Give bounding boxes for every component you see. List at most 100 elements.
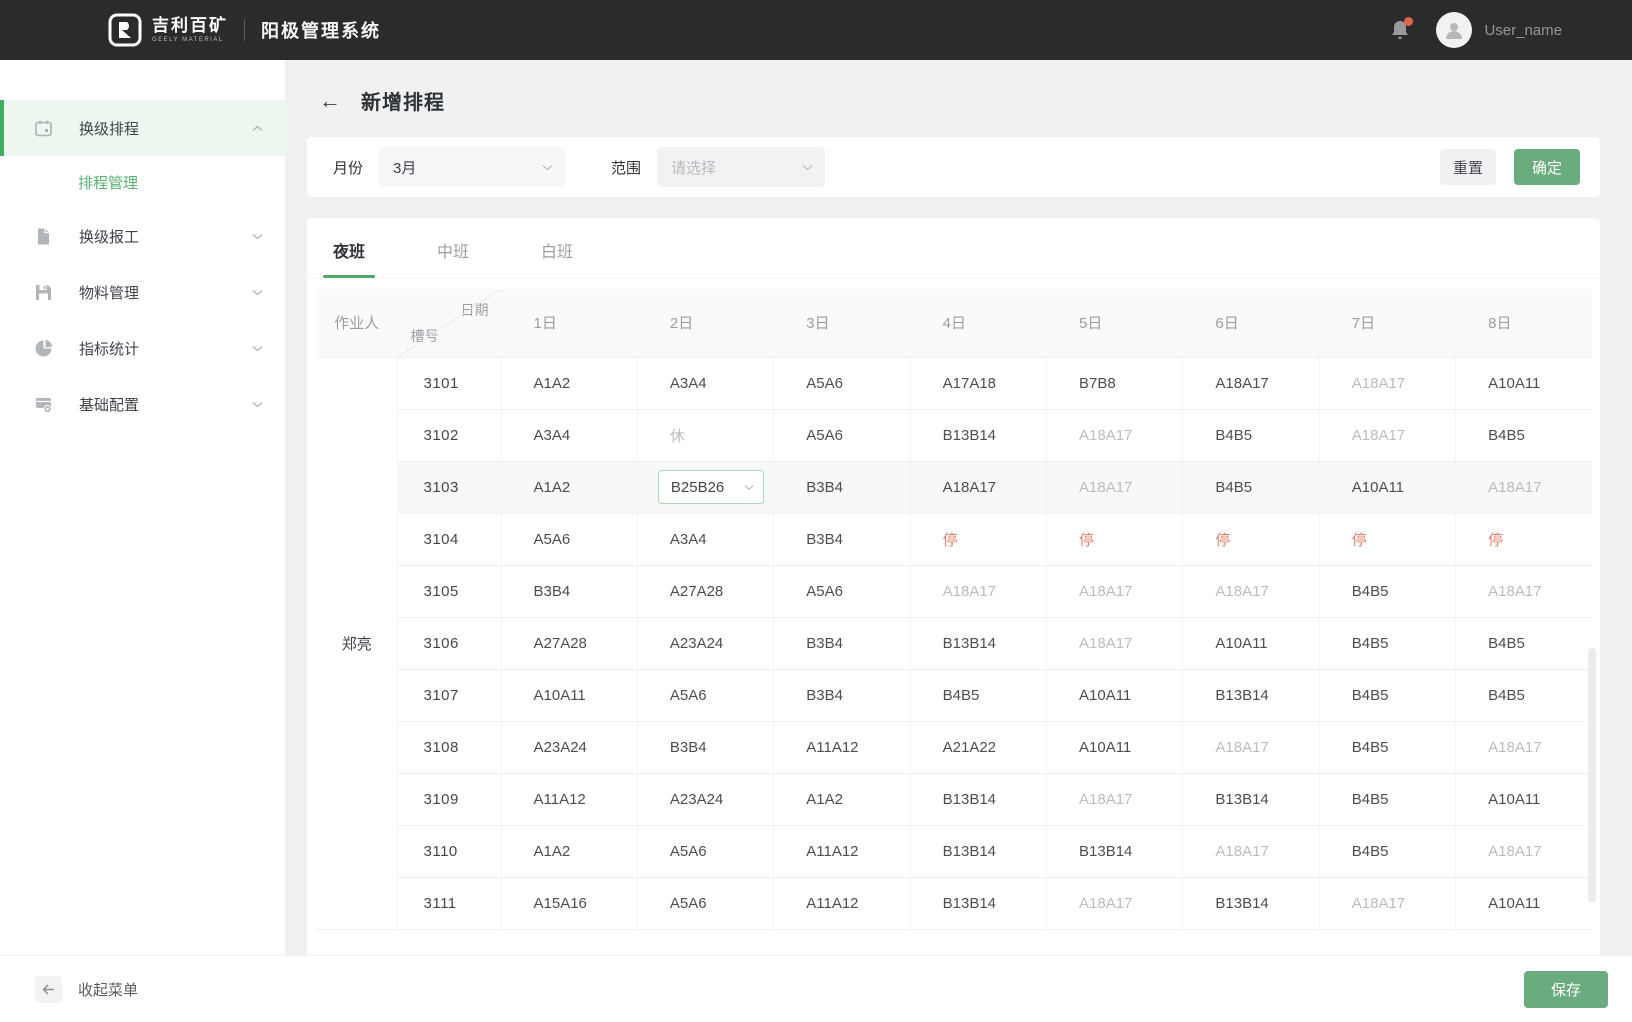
schedule-cell[interactable]: A10A11 xyxy=(1456,877,1592,929)
schedule-cell[interactable]: A11A12 xyxy=(501,773,637,825)
save-button[interactable]: 保存 xyxy=(1524,971,1608,1008)
schedule-cell[interactable]: B13B14 xyxy=(1183,877,1319,929)
schedule-cell[interactable]: A27A28 xyxy=(637,565,773,617)
schedule-cell[interactable]: A5A6 xyxy=(637,669,773,721)
schedule-cell[interactable]: B13B14 xyxy=(910,617,1046,669)
schedule-cell[interactable]: A5A6 xyxy=(774,357,910,409)
sidebar-item-settings[interactable]: 基础配置 xyxy=(0,376,285,432)
schedule-cell[interactable]: A1A2 xyxy=(501,461,637,513)
schedule-cell[interactable]: A18A17 xyxy=(1319,409,1455,461)
schedule-cell[interactable]: A23A24 xyxy=(501,721,637,773)
sidebar-item-report[interactable]: 换级报工 xyxy=(0,208,285,264)
schedule-cell[interactable]: A3A4 xyxy=(637,357,773,409)
schedule-cell[interactable]: A18A17 xyxy=(1183,565,1319,617)
schedule-cell[interactable]: A18A17 xyxy=(910,565,1046,617)
username-label[interactable]: User_name xyxy=(1484,22,1562,39)
tab-middle-shift[interactable]: 中班 xyxy=(437,238,469,278)
schedule-cell[interactable]: B4B5 xyxy=(1319,669,1455,721)
scrollbar-thumb[interactable] xyxy=(1588,648,1596,903)
sidebar-item-statistics[interactable]: 指标统计 xyxy=(0,320,285,376)
schedule-cell[interactable]: A11A12 xyxy=(774,877,910,929)
schedule-cell[interactable]: B4B5 xyxy=(910,669,1046,721)
sidebar-item-schedule[interactable]: 换级排程 xyxy=(0,100,285,156)
schedule-cell[interactable]: A18A17 xyxy=(1319,877,1455,929)
schedule-cell[interactable]: A18A17 xyxy=(1456,825,1592,877)
schedule-cell[interactable]: 停 xyxy=(1319,513,1455,565)
schedule-cell[interactable]: A1A2 xyxy=(501,825,637,877)
schedule-cell[interactable]: B4B5 xyxy=(1319,825,1455,877)
schedule-cell[interactable]: B4B5 xyxy=(1183,461,1319,513)
schedule-cell[interactable]: B13B14 xyxy=(910,773,1046,825)
schedule-cell[interactable]: A18A17 xyxy=(1047,617,1183,669)
schedule-cell[interactable]: A21A22 xyxy=(910,721,1046,773)
schedule-cell[interactable]: B4B5 xyxy=(1319,773,1455,825)
schedule-cell[interactable]: B3B4 xyxy=(501,565,637,617)
schedule-cell[interactable]: 停 xyxy=(1456,513,1592,565)
schedule-cell[interactable]: A23A24 xyxy=(637,617,773,669)
schedule-cell[interactable]: B3B4 xyxy=(774,617,910,669)
schedule-cell[interactable]: B13B14 xyxy=(1183,669,1319,721)
schedule-cell[interactable]: A18A17 xyxy=(1047,409,1183,461)
schedule-cell[interactable]: B3B4 xyxy=(774,461,910,513)
sidebar-item-schedule-management[interactable]: 排程管理 xyxy=(0,156,285,208)
schedule-cell[interactable]: B4B5 xyxy=(1456,669,1592,721)
schedule-cell[interactable]: A10A11 xyxy=(1319,461,1455,513)
schedule-cell[interactable]: B4B5 xyxy=(1456,409,1592,461)
schedule-cell[interactable]: B13B14 xyxy=(910,825,1046,877)
schedule-cell[interactable]: B13B14 xyxy=(910,877,1046,929)
sidebar-item-material[interactable]: 物料管理 xyxy=(0,264,285,320)
schedule-cell[interactable]: A11A12 xyxy=(774,825,910,877)
schedule-cell[interactable]: A23A24 xyxy=(637,773,773,825)
schedule-cell[interactable]: 休 xyxy=(637,409,773,461)
range-select[interactable]: 请选择 xyxy=(657,147,825,187)
schedule-cell[interactable]: A18A17 xyxy=(1456,565,1592,617)
schedule-cell[interactable]: 停 xyxy=(910,513,1046,565)
schedule-cell[interactable]: A1A2 xyxy=(501,357,637,409)
schedule-cell[interactable]: B3B4 xyxy=(637,721,773,773)
schedule-cell[interactable]: B4B5 xyxy=(1319,565,1455,617)
schedule-cell[interactable]: A18A17 xyxy=(1047,877,1183,929)
schedule-cell[interactable]: A18A17 xyxy=(1319,357,1455,409)
schedule-cell[interactable]: A3A4 xyxy=(501,409,637,461)
schedule-cell[interactable]: B7B8 xyxy=(1047,357,1183,409)
reset-button[interactable]: 重置 xyxy=(1440,149,1496,185)
schedule-cell[interactable]: B4B5 xyxy=(1319,721,1455,773)
schedule-cell[interactable]: B25B26 xyxy=(637,461,773,513)
schedule-cell[interactable]: B4B5 xyxy=(1183,409,1319,461)
schedule-cell[interactable]: A10A11 xyxy=(1456,773,1592,825)
schedule-cell[interactable]: A10A11 xyxy=(1047,669,1183,721)
schedule-cell[interactable]: B3B4 xyxy=(774,513,910,565)
schedule-cell[interactable]: A18A17 xyxy=(910,461,1046,513)
schedule-cell[interactable]: A18A17 xyxy=(1456,461,1592,513)
schedule-cell[interactable]: A5A6 xyxy=(637,877,773,929)
schedule-cell[interactable]: A18A17 xyxy=(1047,461,1183,513)
month-select[interactable]: 3月 xyxy=(379,147,565,187)
schedule-cell[interactable]: A5A6 xyxy=(501,513,637,565)
schedule-cell[interactable]: A5A6 xyxy=(637,825,773,877)
schedule-cell[interactable]: A18A17 xyxy=(1183,721,1319,773)
back-arrow-icon[interactable]: ← xyxy=(319,90,341,112)
schedule-cell[interactable]: A18A17 xyxy=(1047,773,1183,825)
schedule-cell[interactable]: B13B14 xyxy=(910,409,1046,461)
schedule-cell[interactable]: A10A11 xyxy=(1183,617,1319,669)
schedule-cell[interactable]: A18A17 xyxy=(1183,825,1319,877)
schedule-cell[interactable]: A10A11 xyxy=(1456,357,1592,409)
schedule-cell[interactable]: A3A4 xyxy=(637,513,773,565)
schedule-cell[interactable]: B4B5 xyxy=(1319,617,1455,669)
schedule-cell[interactable]: B3B4 xyxy=(774,669,910,721)
schedule-cell[interactable]: A10A11 xyxy=(1047,721,1183,773)
schedule-cell[interactable]: B13B14 xyxy=(1047,825,1183,877)
collapse-menu-button[interactable]: 收起菜单 xyxy=(35,976,138,1003)
schedule-cell[interactable]: A5A6 xyxy=(774,409,910,461)
schedule-cell[interactable]: B4B5 xyxy=(1456,617,1592,669)
schedule-cell[interactable]: A18A17 xyxy=(1047,565,1183,617)
tab-night-shift[interactable]: 夜班 xyxy=(333,238,365,278)
cell-editor-select[interactable]: B25B26 xyxy=(658,470,764,504)
schedule-cell[interactable]: A11A12 xyxy=(774,721,910,773)
schedule-cell[interactable]: 停 xyxy=(1047,513,1183,565)
schedule-cell[interactable]: B13B14 xyxy=(1183,773,1319,825)
schedule-cell[interactable]: A15A16 xyxy=(501,877,637,929)
tab-day-shift[interactable]: 白班 xyxy=(541,238,573,278)
schedule-cell[interactable]: A1A2 xyxy=(774,773,910,825)
schedule-cell[interactable]: A18A17 xyxy=(1183,357,1319,409)
